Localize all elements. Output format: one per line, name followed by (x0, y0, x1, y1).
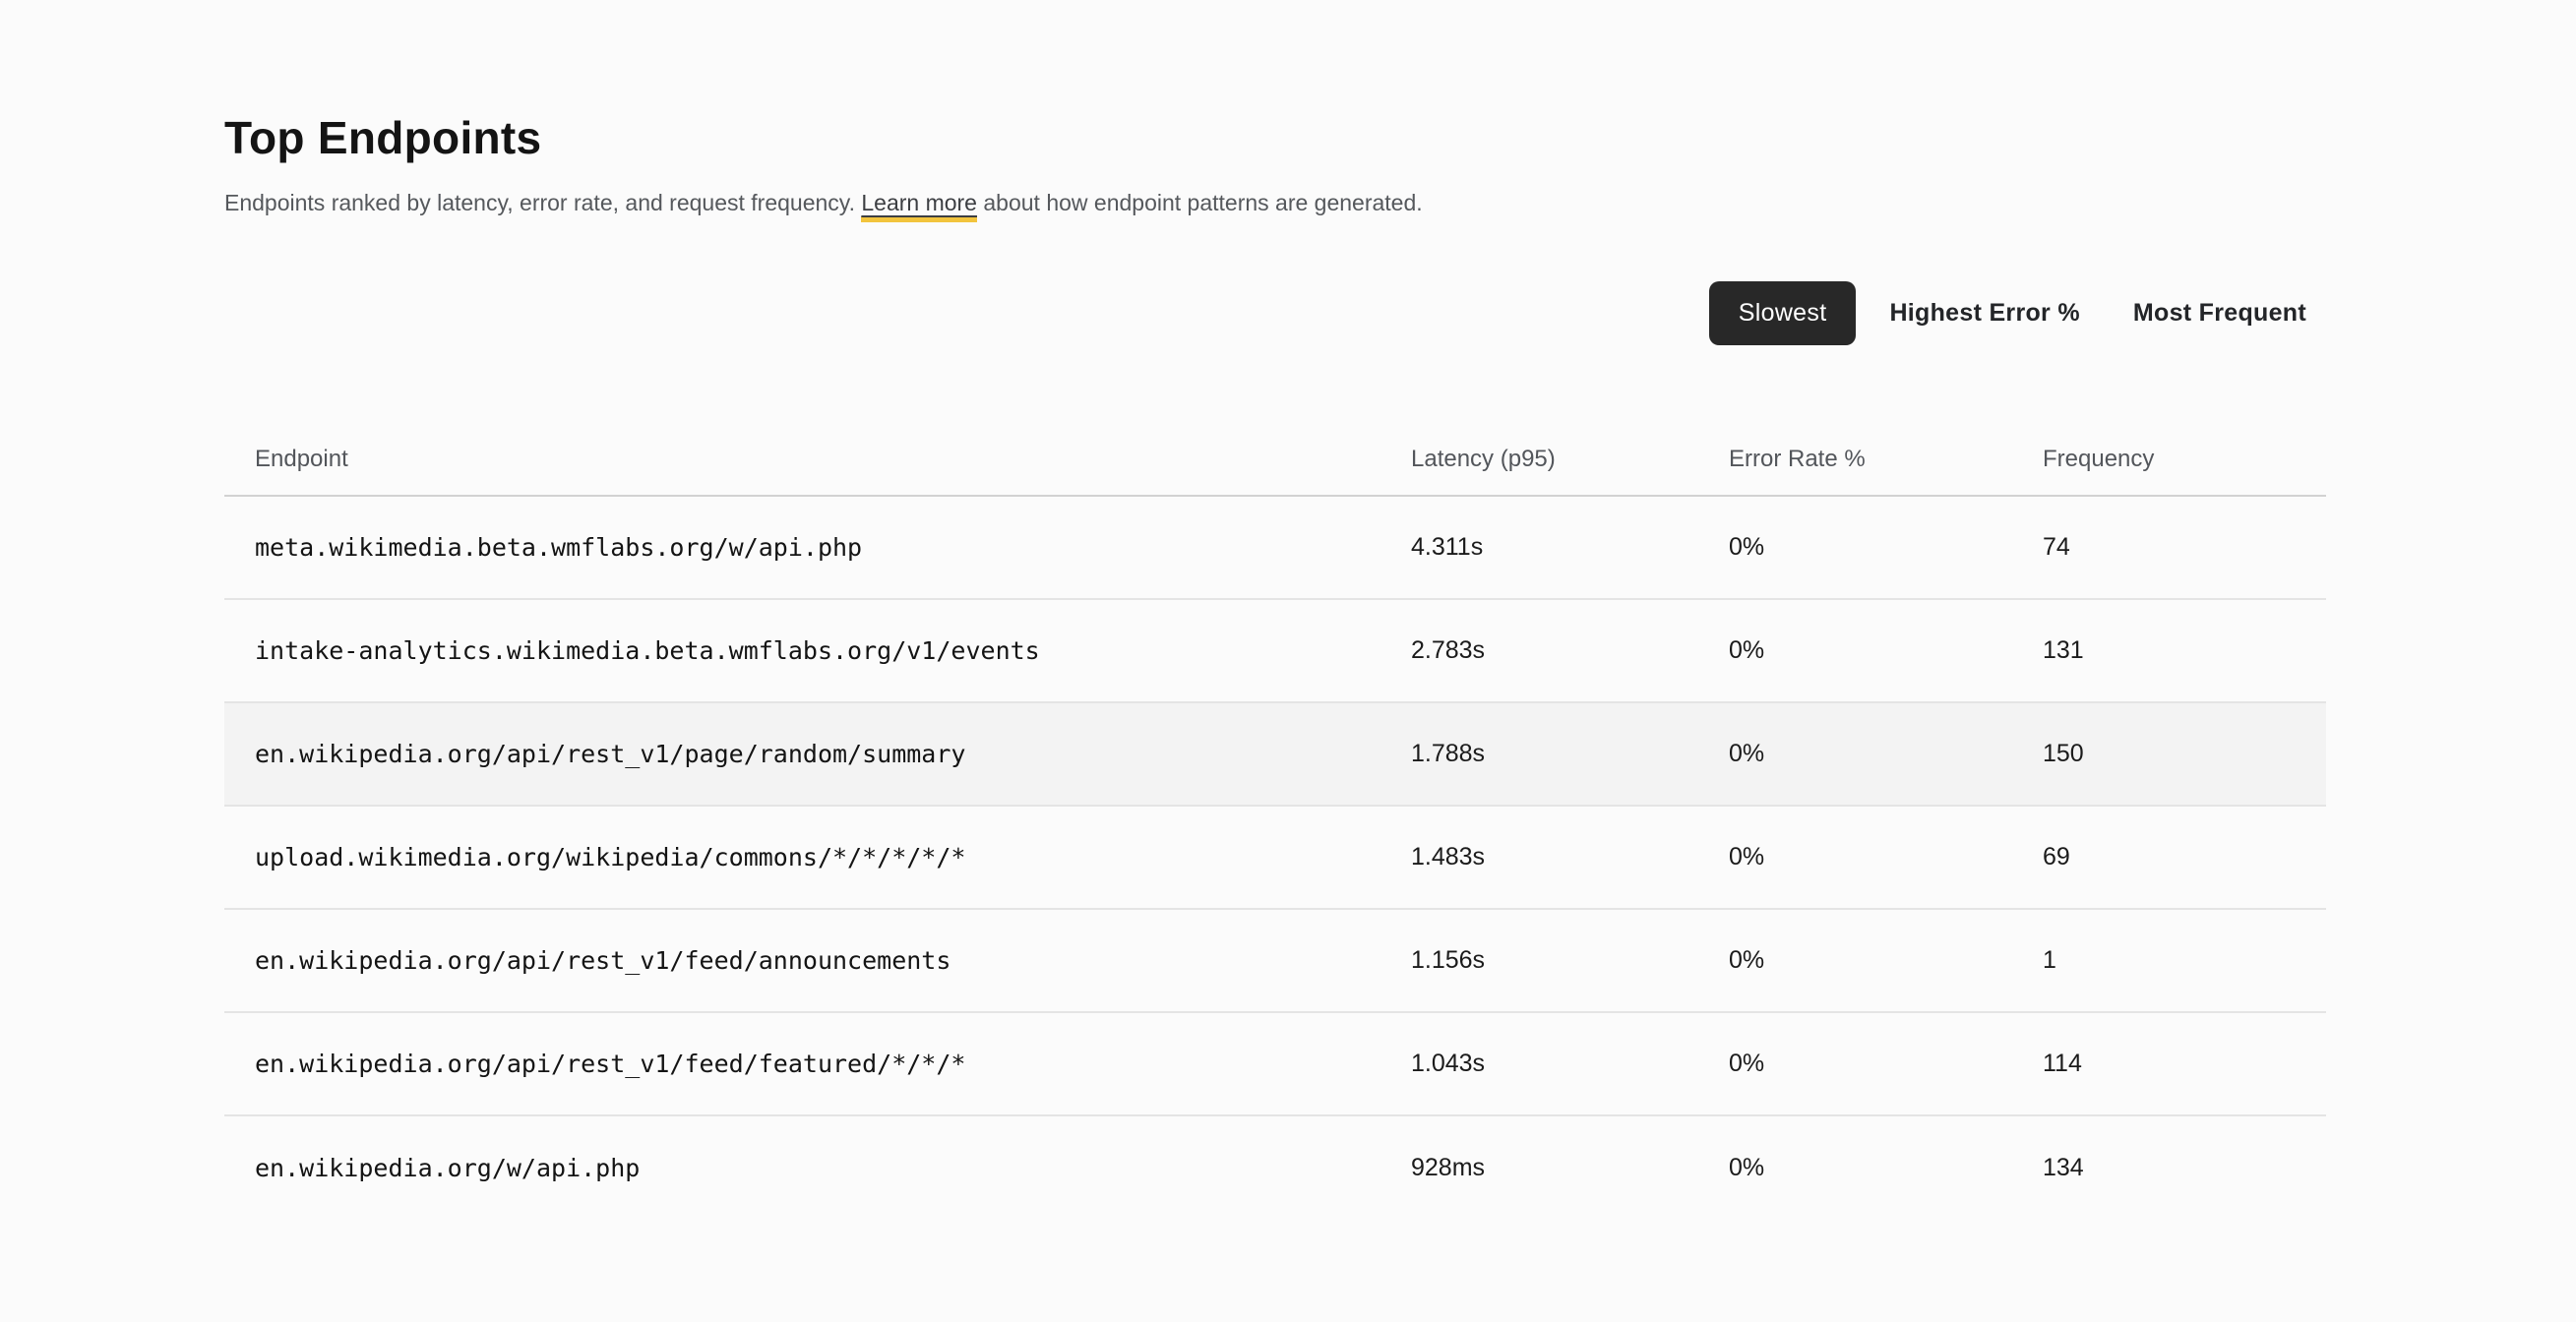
table-row[interactable]: upload.wikimedia.org/wikipedia/commons/*… (224, 807, 2326, 910)
endpoint-cell: en.wikipedia.org/w/api.php (224, 1154, 1411, 1182)
frequency-cell: 114 (2043, 1050, 2326, 1078)
error-rate-cell: 0% (1729, 946, 2043, 975)
table-row[interactable]: meta.wikimedia.beta.wmflabs.org/w/api.ph… (224, 497, 2326, 600)
column-header-error-rate: Error Rate % (1729, 446, 2043, 473)
error-rate-cell: 0% (1729, 1154, 2043, 1182)
frequency-cell: 131 (2043, 636, 2326, 665)
error-rate-cell: 0% (1729, 533, 2043, 562)
endpoint-cell: meta.wikimedia.beta.wmflabs.org/w/api.ph… (224, 533, 1411, 562)
latency-cell: 1.483s (1411, 843, 1729, 871)
sort-button-highest-error[interactable]: Highest Error % (1870, 281, 2099, 345)
latency-cell: 2.783s (1411, 636, 1729, 665)
error-rate-cell: 0% (1729, 740, 2043, 768)
table-header-row: Endpoint Latency (p95) Error Rate % Freq… (224, 423, 2326, 497)
page-subtitle: Endpoints ranked by latency, error rate,… (224, 187, 2326, 218)
error-rate-cell: 0% (1729, 636, 2043, 665)
frequency-cell: 69 (2043, 843, 2326, 871)
table-row[interactable]: intake-analytics.wikimedia.beta.wmflabs.… (224, 600, 2326, 703)
table-row[interactable]: en.wikipedia.org/api/rest_v1/feed/featur… (224, 1013, 2326, 1116)
latency-cell: 928ms (1411, 1154, 1729, 1182)
latency-cell: 1.156s (1411, 946, 1729, 975)
table-row-highlighted[interactable]: en.wikipedia.org/api/rest_v1/page/random… (224, 703, 2326, 807)
table-row[interactable]: en.wikipedia.org/api/rest_v1/feed/announ… (224, 910, 2326, 1013)
endpoint-cell: en.wikipedia.org/api/rest_v1/feed/announ… (224, 946, 1411, 975)
latency-cell: 4.311s (1411, 533, 1729, 562)
column-header-endpoint: Endpoint (224, 446, 1411, 473)
sort-button-slowest[interactable]: Slowest (1709, 281, 1857, 345)
endpoint-cell: intake-analytics.wikimedia.beta.wmflabs.… (224, 636, 1411, 665)
latency-cell: 1.043s (1411, 1050, 1729, 1078)
top-endpoints-section: Top Endpoints Endpoints ranked by latenc… (224, 0, 2326, 1220)
frequency-cell: 74 (2043, 533, 2326, 562)
learn-more-link[interactable]: Learn more (861, 190, 977, 222)
page-title: Top Endpoints (224, 0, 2326, 165)
frequency-cell: 1 (2043, 946, 2326, 975)
error-rate-cell: 0% (1729, 1050, 2043, 1078)
latency-cell: 1.788s (1411, 740, 1729, 768)
endpoints-table: Endpoint Latency (p95) Error Rate % Freq… (224, 423, 2326, 1220)
endpoint-cell: en.wikipedia.org/api/rest_v1/page/random… (224, 740, 1411, 768)
endpoint-cell: en.wikipedia.org/api/rest_v1/feed/featur… (224, 1050, 1411, 1078)
error-rate-cell: 0% (1729, 843, 2043, 871)
sort-button-most-frequent[interactable]: Most Frequent (2114, 281, 2326, 345)
column-header-latency: Latency (p95) (1411, 446, 1729, 473)
subtitle-text-before: Endpoints ranked by latency, error rate,… (224, 190, 861, 215)
frequency-cell: 134 (2043, 1154, 2326, 1182)
table-row[interactable]: en.wikipedia.org/w/api.php 928ms 0% 134 (224, 1116, 2326, 1220)
sort-toolbar: Slowest Highest Error % Most Frequent (224, 281, 2326, 345)
subtitle-text-after: about how endpoint patterns are generate… (977, 190, 1423, 215)
column-header-frequency: Frequency (2043, 446, 2326, 473)
endpoint-cell: upload.wikimedia.org/wikipedia/commons/*… (224, 843, 1411, 871)
frequency-cell: 150 (2043, 740, 2326, 768)
